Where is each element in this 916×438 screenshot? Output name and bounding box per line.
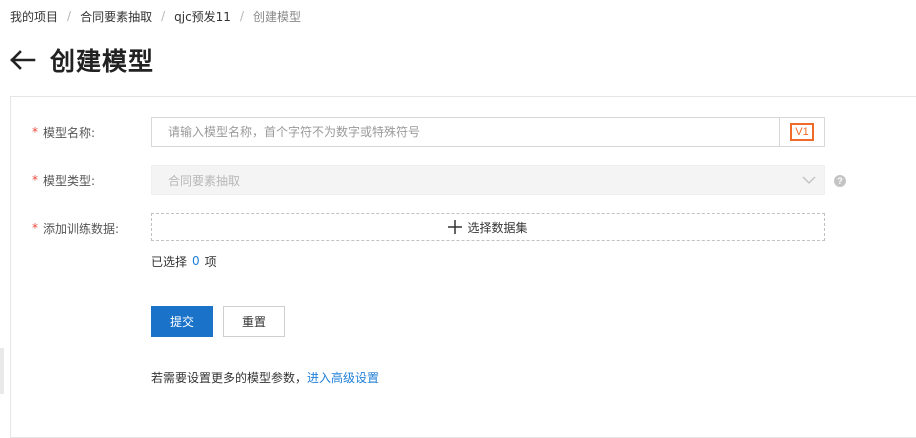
selected-dataset-count: 已选择 0 项	[151, 252, 217, 270]
select-dataset-label: 选择数据集	[467, 220, 528, 235]
model-type-select[interactable]: 合同要素抽取	[151, 165, 825, 195]
advanced-hint-text: 若需要设置更多的模型参数，	[151, 370, 308, 385]
page-title: 创建模型	[50, 47, 155, 76]
selected-count-number: 0	[192, 254, 200, 268]
page-header: 创建模型	[10, 40, 154, 80]
model-name-label: * 模型名称:	[32, 122, 95, 142]
breadcrumb: 我的项目 / 合同要素抽取 / qjc预发11 / 创建模型	[10, 7, 301, 25]
selected-prefix: 已选择	[151, 254, 188, 269]
advanced-settings-hint: 若需要设置更多的模型参数， 进入高级设置	[151, 368, 379, 386]
version-badge: V1	[790, 123, 814, 141]
selected-suffix: 项	[204, 254, 217, 269]
form-panel	[10, 96, 916, 438]
breadcrumb-item-project[interactable]: qjc预发11	[174, 8, 231, 25]
model-type-label: * 模型类型:	[32, 170, 95, 190]
breadcrumb-item-my-projects[interactable]: 我的项目	[10, 8, 58, 25]
submit-button[interactable]: 提交	[151, 306, 213, 337]
chevron-down-icon	[802, 174, 816, 189]
side-collapse-handle[interactable]	[0, 348, 4, 394]
model-name-input[interactable]	[152, 118, 779, 146]
model-name-label-text: 模型名称:	[43, 125, 96, 140]
breadcrumb-separator: /	[239, 9, 244, 23]
breadcrumb-separator: /	[67, 9, 72, 23]
required-mark: *	[32, 125, 38, 139]
advanced-settings-link[interactable]: 进入高级设置	[307, 369, 379, 386]
model-type-label-text: 模型类型:	[43, 173, 96, 188]
reset-button[interactable]: 重置	[223, 306, 285, 337]
plus-icon	[448, 220, 463, 234]
model-type-selected-value: 合同要素抽取	[168, 173, 241, 188]
training-data-label-text: 添加训练数据:	[43, 221, 120, 236]
help-icon[interactable]: ?	[834, 175, 846, 187]
select-dataset-button[interactable]: 选择数据集	[151, 213, 825, 241]
training-data-label: * 添加训练数据:	[32, 218, 119, 238]
required-mark: *	[32, 221, 38, 235]
version-box: V1	[779, 118, 824, 146]
back-arrow-icon[interactable]	[10, 48, 38, 72]
breadcrumb-separator: /	[161, 9, 166, 23]
breadcrumb-item-project-type[interactable]: 合同要素抽取	[80, 8, 152, 25]
breadcrumb-current: 创建模型	[253, 9, 302, 24]
required-mark: *	[32, 173, 38, 187]
model-name-field: V1	[151, 117, 825, 147]
